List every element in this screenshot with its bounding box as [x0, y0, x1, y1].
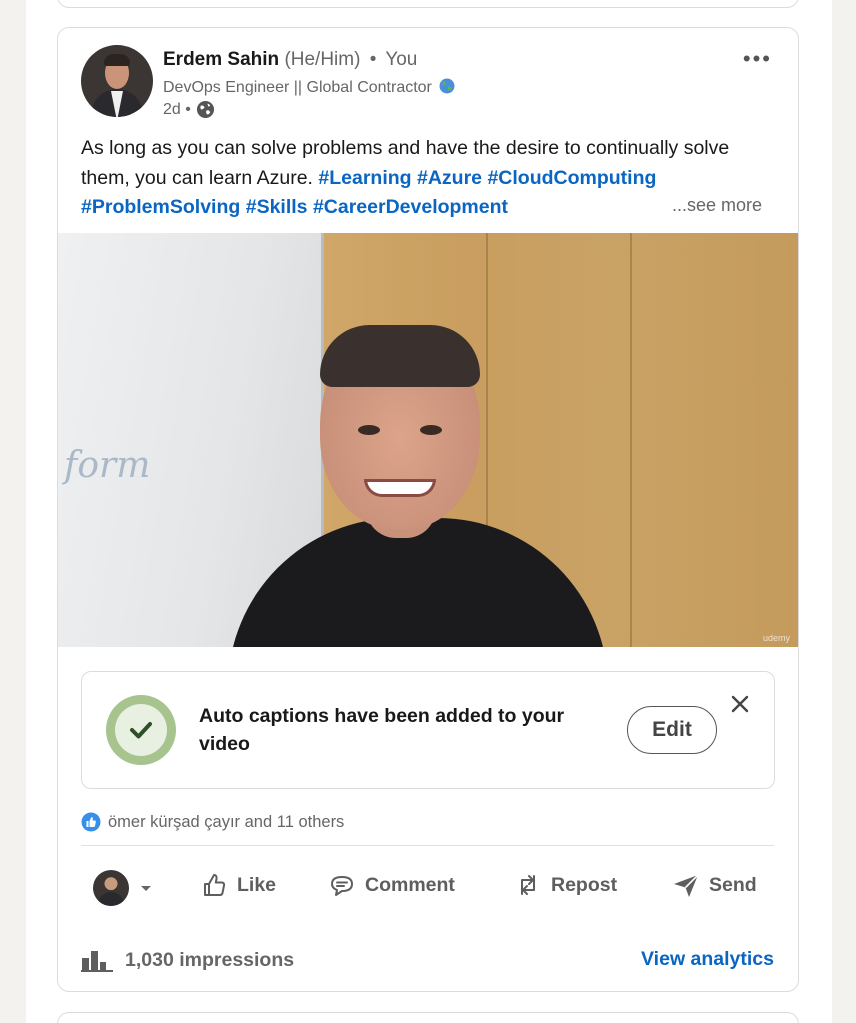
- like-reaction-icon: [81, 812, 101, 832]
- post-text: As long as you can solve problems and ha…: [81, 134, 771, 223]
- next-post-card: [57, 1012, 799, 1023]
- checkmark-icon: [130, 722, 152, 739]
- author-headline-text: DevOps Engineer || Global Contractor: [163, 79, 432, 96]
- like-label: Like: [237, 873, 277, 896]
- actor-switcher[interactable]: [93, 870, 153, 906]
- bar-chart-icon: [81, 951, 113, 972]
- hashtag-link[interactable]: #Learning: [318, 167, 411, 189]
- repost-button[interactable]: Repost: [513, 870, 617, 900]
- author-name[interactable]: Erdem Sahin: [163, 49, 279, 70]
- send-button[interactable]: Send: [671, 870, 757, 900]
- author-relation: You: [385, 49, 418, 70]
- repost-label: Repost: [551, 873, 618, 896]
- impressions-stat: 1,030 impressions: [81, 948, 294, 972]
- person-eye: [420, 425, 442, 435]
- post-time: 2d •: [163, 100, 191, 118]
- impressions-count: 1,030 impressions: [125, 948, 295, 971]
- person-eye: [358, 425, 380, 435]
- hashtag-link[interactable]: #CareerDevelopment: [313, 196, 508, 218]
- hashtag-link[interactable]: #Skills: [246, 196, 308, 218]
- captions-message: Auto captions have been added to your vi…: [199, 705, 565, 755]
- author-line: Erdem Sahin (He/Him) • You: [163, 49, 417, 71]
- post-card: Erdem Sahin (He/Him) • You DevOps Engine…: [57, 27, 799, 992]
- close-icon[interactable]: [728, 692, 752, 716]
- auto-captions-notice: Auto captions have been added to your vi…: [81, 671, 775, 789]
- author-headline: DevOps Engineer || Global Contractor: [163, 78, 455, 97]
- like-button[interactable]: Like: [199, 870, 276, 900]
- author-avatar[interactable]: [81, 45, 153, 117]
- repost-icon: [521, 875, 535, 895]
- post-meta: 2d •: [163, 100, 215, 119]
- actor-avatar: [93, 870, 129, 906]
- actions-divider: [81, 845, 774, 846]
- comment-label: Comment: [365, 873, 455, 896]
- send-label: Send: [709, 873, 757, 896]
- social-actions-bar: Like Comment Repost Send: [81, 864, 781, 914]
- see-more-link[interactable]: ...see more: [672, 195, 762, 216]
- thumbs-up-icon: [204, 874, 226, 896]
- person-hair: [320, 325, 480, 387]
- previous-post-card: [57, 0, 799, 8]
- wall-panel-seam: [630, 233, 632, 647]
- reactions-summary[interactable]: ömer kürşad çayır and 11 others: [81, 812, 344, 832]
- hashtag-link[interactable]: #CloudComputing: [487, 167, 656, 189]
- edit-captions-button[interactable]: Edit: [627, 706, 717, 754]
- comment-button[interactable]: Comment: [327, 870, 455, 900]
- person-smile: [364, 479, 436, 497]
- hashtag-link[interactable]: #Azure: [417, 167, 482, 189]
- separator-dot: •: [369, 49, 377, 70]
- send-icon: [674, 874, 699, 897]
- globe-visibility-icon: [196, 100, 214, 119]
- view-analytics-link[interactable]: View analytics: [641, 948, 774, 971]
- more-options-button[interactable]: •••: [743, 46, 772, 72]
- author-pronouns: (He/Him): [284, 49, 361, 70]
- whiteboard-scribble: form: [64, 445, 151, 486]
- success-badge: [106, 695, 176, 765]
- post-video[interactable]: form udemy: [58, 233, 798, 647]
- earth-emoji-icon: [439, 78, 455, 94]
- video-watermark: udemy: [762, 633, 790, 643]
- reactions-text: ömer kürşad çayır and 11 others: [108, 812, 345, 831]
- caret-down-icon: [141, 886, 151, 891]
- hashtag-link[interactable]: #ProblemSolving: [81, 196, 240, 218]
- comment-icon: [331, 876, 353, 896]
